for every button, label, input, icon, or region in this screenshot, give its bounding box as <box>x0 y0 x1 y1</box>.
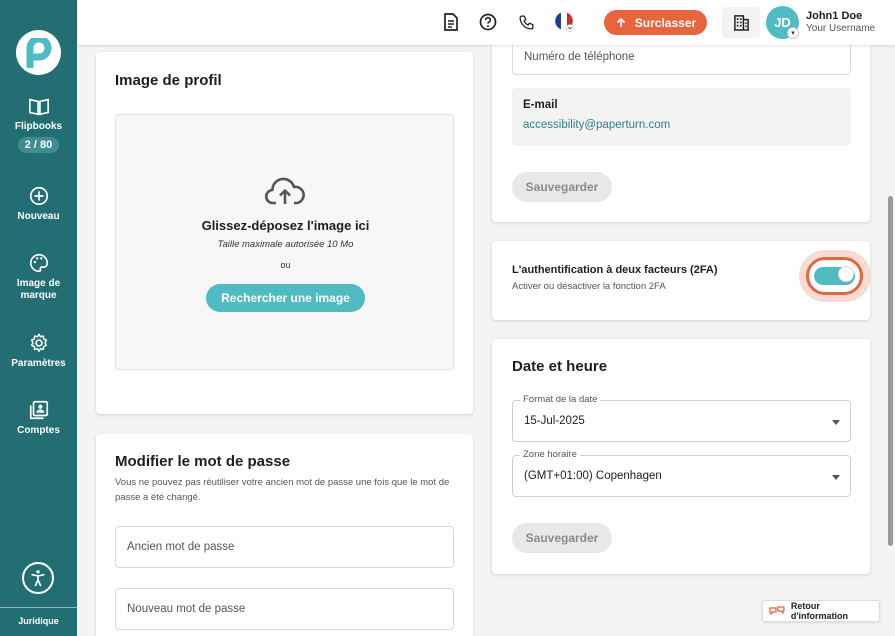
change-password-card: Modifier le mot de passe Vous ne pouvez … <box>96 434 473 636</box>
new-password-placeholder: Nouveau mot de passe <box>127 603 246 615</box>
twofa-card: L'authentification à deux facteurs (2FA)… <box>492 241 871 320</box>
palette-icon <box>29 253 48 273</box>
sidebar-item-accounts[interactable]: Comptes <box>0 399 77 437</box>
phone-icon[interactable] <box>516 12 536 32</box>
twofa-toggle[interactable] <box>806 257 863 295</box>
contact-card: Numéro de téléphone E-mail accessibility… <box>492 30 870 222</box>
chevron-down-icon[interactable]: ▾ <box>787 27 799 39</box>
help-icon[interactable] <box>478 12 498 32</box>
datetime-card: Date et heure Format de la date 15-Jul-2… <box>492 339 870 574</box>
date-format-label: Format de la date <box>520 394 601 405</box>
sidebar-item-flipbooks[interactable]: Flipbooks 2 / 80 <box>0 95 77 153</box>
twofa-title: L'authentification à deux facteurs (2FA) <box>512 264 718 276</box>
profile-image-title: Image de profil <box>115 72 222 89</box>
sidebar: Flipbooks 2 / 80 Nouveau Image de marque… <box>0 0 77 636</box>
upgrade-label: Surclasser <box>634 15 697 30</box>
flipbook-count-badge: 2 / 80 <box>17 137 60 153</box>
email-box: E-mail accessibility@paperturn.com <box>512 88 851 146</box>
password-description: Vous ne pouvez pas réutiliser votre anci… <box>115 477 450 503</box>
timezone-select[interactable]: Zone horaire (GMT+01:00) Copenhagen <box>512 449 851 497</box>
sidebar-item-label: Flipbooks <box>14 121 63 132</box>
email-label: E-mail <box>523 99 558 111</box>
caret-down-icon <box>832 475 840 480</box>
company-button[interactable] <box>722 7 760 38</box>
email-value: accessibility@paperturn.com <box>523 119 671 131</box>
document-icon[interactable] <box>441 12 461 32</box>
cloud-upload-icon <box>265 177 305 205</box>
gear-icon <box>30 333 47 352</box>
timezone-label: Zone horaire <box>520 449 580 460</box>
search-image-button[interactable]: Rechercher une image <box>206 284 365 312</box>
profile-image-card: Image de profil Glissez-déposez l'image … <box>96 52 473 414</box>
accessibility-button[interactable] <box>22 562 54 594</box>
timezone-value: (GMT+01:00) Copenhagen <box>524 470 662 482</box>
save-datetime-button[interactable]: Sauvegarder <box>512 523 612 553</box>
page-scrollbar[interactable] <box>888 196 893 546</box>
sidebar-item-label: Comptes <box>17 425 60 436</box>
accessibility-icon <box>31 570 45 587</box>
dropzone-max-size: Taille maximale autorisée 10 Mo <box>217 239 354 250</box>
plus-circle-icon <box>29 186 48 206</box>
paperturn-logo[interactable] <box>16 30 61 75</box>
feedback-button[interactable]: Retour d'information <box>762 600 880 622</box>
date-format-value: 15-Jul-2025 <box>524 415 585 427</box>
sidebar-item-label: Image de marque <box>16 278 61 301</box>
user-username: Your Username <box>806 23 876 34</box>
dropzone-title: Glissez-déposez l'image ici <box>201 218 370 233</box>
topbar: Surclasser JD ▾ John1 Doe Your Username <box>77 0 895 45</box>
dropzone-or: ou <box>280 260 291 270</box>
sidebar-item-settings[interactable]: Paramètres <box>0 332 77 370</box>
twofa-description: Activer ou désactiver la fonction 2FA <box>512 281 666 292</box>
sidebar-item-label: Paramètres <box>11 358 66 369</box>
date-format-select[interactable]: Format de la date 15-Jul-2025 <box>512 394 851 442</box>
save-contact-button[interactable]: Sauvegarder <box>512 172 612 202</box>
datetime-title: Date et heure <box>512 358 608 375</box>
image-dropzone[interactable]: Glissez-déposez l'image ici Taille maxim… <box>115 114 454 370</box>
caret-down-icon <box>832 420 840 425</box>
sidebar-item-new[interactable]: Nouveau <box>0 185 77 223</box>
phone-placeholder: Numéro de téléphone <box>524 50 635 63</box>
sidebar-item-branding[interactable]: Image de marque <box>0 252 77 302</box>
toggle-knob <box>838 266 854 282</box>
building-icon <box>733 15 749 31</box>
book-open-icon <box>28 98 49 116</box>
accounts-icon <box>29 400 48 420</box>
upgrade-button[interactable]: Surclasser <box>604 10 707 35</box>
language-flag-icon[interactable] <box>553 11 577 32</box>
legal-link[interactable]: Juridique <box>0 616 77 626</box>
sidebar-item-label: Nouveau <box>17 211 60 222</box>
password-title: Modifier le mot de passe <box>115 453 291 470</box>
user-name: John1 Doe <box>806 10 863 22</box>
logo-p-icon <box>26 37 51 68</box>
feedback-icon <box>769 606 785 616</box>
old-password-field[interactable]: Ancien mot de passe <box>115 526 454 568</box>
new-password-field[interactable]: Nouveau mot de passe <box>115 588 454 630</box>
old-password-placeholder: Ancien mot de passe <box>127 541 235 553</box>
feedback-label: Retour d'information <box>790 601 849 621</box>
sidebar-divider <box>0 607 77 608</box>
arrow-up-icon <box>616 17 625 27</box>
